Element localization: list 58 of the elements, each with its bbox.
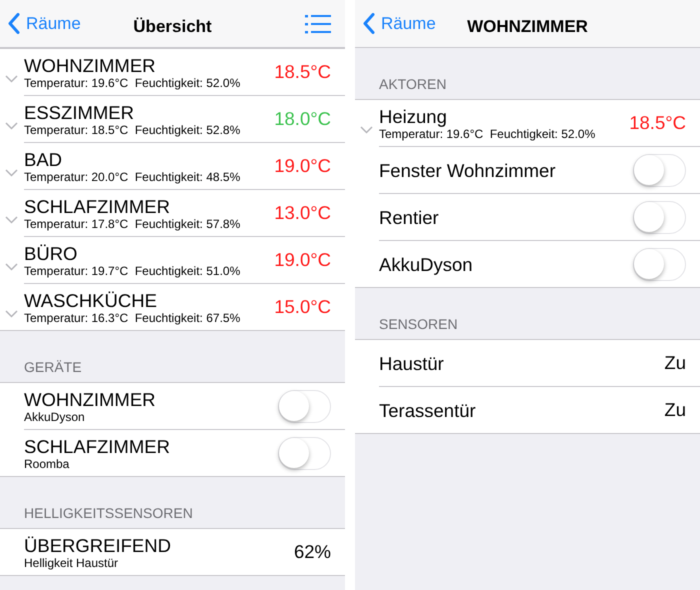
row-title: ESSZIMMER [24, 102, 135, 122]
row-value: Zu [664, 398, 686, 422]
row-subtitle: Temperatur: 17.8°C Feuchtigkeit: 57.8% [24, 216, 240, 230]
row-title: SCHLAFZIMMER [24, 436, 170, 456]
row-title: WOHNZIMMER [24, 388, 156, 410]
row-title: BAD [24, 148, 64, 170]
row-subtitle: Temperatur: 19.6°C Feuchtigkeit: 52.0% [379, 126, 596, 140]
chevron-down-icon [360, 126, 373, 134]
toggle-switch[interactable] [633, 154, 686, 186]
chevron-down-icon [5, 169, 18, 177]
row-title: SCHLAFZIMMER [24, 196, 171, 216]
section-header: AKTOREN [378, 75, 448, 94]
chevron-down-icon [5, 122, 18, 130]
toggle-switch[interactable] [278, 390, 331, 422]
toggle-switch[interactable] [278, 436, 331, 470]
row-subtitle: Temperatur: 19.7°C Feuchtigkeit: 51.0% [24, 264, 240, 278]
section-header: GERÄTE [23, 358, 83, 377]
row-title: Rentier [379, 206, 439, 228]
toggle-switch[interactable] [633, 248, 686, 280]
section-header: SENSOREN [378, 315, 459, 334]
row-value: 19.0°C [274, 154, 331, 178]
row-subtitle: Temperatur: 20.0°C Feuchtigkeit: 48.5% [24, 170, 240, 184]
row-title: WASCHKÜCHE [24, 290, 158, 310]
row-title: AkkuDyson [379, 254, 473, 274]
chevron-down-icon [5, 310, 18, 318]
row-value: 13.0°C [274, 201, 331, 226]
row-subtitle: Temperatur: 16.3°C Feuchtigkeit: 67.5% [24, 310, 240, 324]
row-value: 18.5°C [629, 111, 686, 136]
row-value: 15.0°C [274, 295, 331, 320]
row-title: Fenster Wohnzimmer [379, 160, 556, 180]
chevron-down-icon [5, 263, 18, 271]
row-title: Terassentür [379, 400, 476, 420]
menu-button[interactable] [305, 12, 331, 34]
screen-title: WOHNZIMMER [467, 16, 588, 38]
row-title: ÜBERGREIFEND [24, 534, 171, 556]
chevron-down-icon [5, 75, 18, 83]
row-value: 19.0°C [274, 248, 331, 272]
row-subtitle: Helligkeit Haustür [24, 556, 120, 570]
section-header: HELLIGKEITSSENSOREN [23, 504, 194, 523]
row-subtitle: Roomba [24, 456, 70, 470]
row-value: 18.0°C [274, 107, 331, 132]
back-button[interactable]: Räume [355, 0, 436, 47]
row-value: 18.5°C [274, 60, 331, 84]
screen-title: Übersicht [133, 16, 212, 38]
row-subtitle: AkkuDyson [24, 410, 86, 424]
back-button[interactable]: Räume [0, 0, 81, 47]
row-subtitle: Temperatur: 19.6°C Feuchtigkeit: 52.0% [24, 76, 240, 90]
row-value: 62% [294, 540, 331, 564]
row-title: BÜRO [24, 242, 78, 264]
chevron-left-icon [8, 13, 20, 34]
row-title: Heizung [379, 106, 448, 126]
row-title: WOHNZIMMER [24, 54, 157, 76]
toggle-switch[interactable] [633, 200, 686, 234]
chevron-left-icon [363, 13, 375, 34]
chevron-down-icon [5, 216, 18, 224]
row-title: Haustür [379, 352, 444, 374]
row-value: Zu [664, 351, 686, 376]
row-subtitle: Temperatur: 18.5°C Feuchtigkeit: 52.8% [24, 122, 240, 136]
